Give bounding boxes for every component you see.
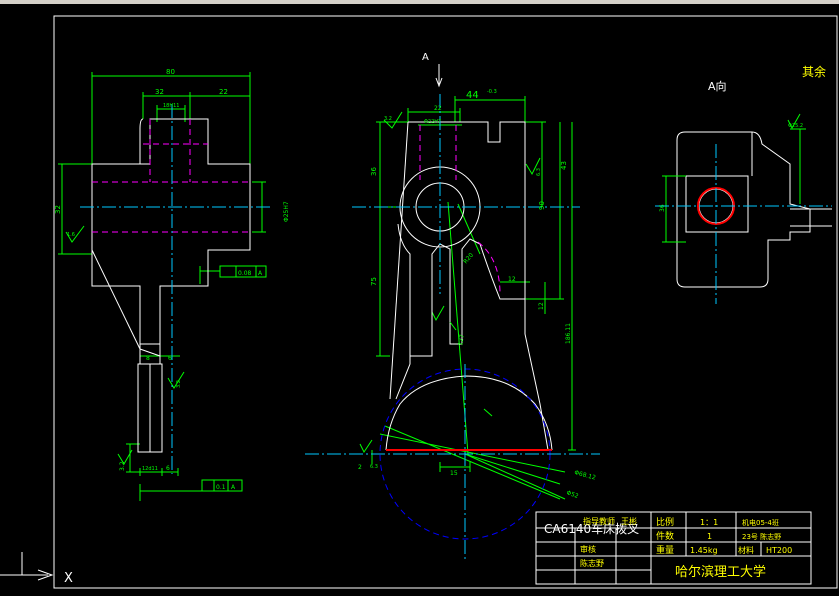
dim-18h11: 18H11 (163, 103, 179, 109)
dim-15: 15 (450, 470, 458, 477)
material-value: HT200 (766, 546, 792, 555)
dim-80: 80 (166, 68, 175, 76)
roughness-6-3-center: 6.3 (536, 168, 542, 176)
dim-44: 44 (466, 90, 479, 101)
roughness-3-2-side: 3.2 (176, 380, 182, 388)
other-surfaces-note: 其余 (802, 64, 826, 79)
count-value: 1 (707, 532, 712, 541)
drawing-canvas[interactable]: 80 32 22 18H11 Φ25H7 32 1.6 0.08 A 8 6 3… (0, 4, 839, 596)
weight-value: 1.45kg (690, 546, 718, 555)
dim-22: 22 (219, 88, 228, 96)
dim-12-vertical: 12 (538, 302, 545, 310)
student-value: 23号 陈志野 (742, 532, 781, 541)
dim-36-right: 36 (659, 204, 666, 212)
dim-12-horizontal: 12 (508, 276, 516, 283)
dim-75: 75 (370, 277, 378, 286)
dim-43: 43 (560, 161, 568, 170)
dim-186-11: 186.11 (565, 323, 572, 344)
roughness-1-6: 1.6 (67, 232, 75, 238)
advisor-name: 王彬 (621, 516, 637, 526)
scale-label: 比例 (656, 516, 674, 528)
scale-value: 1：1 (700, 518, 718, 527)
drafter-name: 陈志野 (580, 558, 604, 568)
dim-6-upper: 6 (168, 355, 172, 362)
dim-phi25-2: Φ25.2 (788, 123, 803, 129)
roughness-3-2-center: 3.2 (384, 116, 392, 122)
dim-phi25h7: Φ25H7 (283, 201, 290, 222)
dim-32-vertical: 32 (54, 205, 62, 214)
view-a-title: A向 (708, 79, 727, 93)
dim-22-center: 22 (434, 105, 442, 112)
class-value: 机电05-4班 (742, 518, 779, 527)
view-arrow-a-label: A (422, 52, 429, 63)
dim-36-center: 36 (370, 167, 378, 176)
dim-12d11: 12d11 (142, 466, 158, 472)
dim-phi22h7: Φ22H7 (424, 119, 441, 125)
dim-32: 32 (155, 88, 164, 96)
ucs-x-label: X (64, 571, 73, 586)
weight-label: 重量 (656, 544, 674, 556)
dim-6-lower: 6 (166, 465, 170, 472)
dim-44-tol: -0.3 (487, 89, 497, 95)
school-name: 哈尔滨理工大学 (675, 564, 766, 580)
tolerance-0-08: 0.08 (238, 270, 252, 277)
dim-90: 90 (538, 201, 546, 210)
dim-2: 2 (358, 464, 362, 471)
roughness-6-3-lower: 6.3 (370, 464, 378, 470)
advisor-label: 指导教师 (583, 516, 615, 526)
review-label: 审核 (580, 544, 596, 554)
count-label: 件数 (656, 530, 674, 542)
material-label: 材料 (738, 545, 754, 555)
roughness-3-2-lower: 3.2 (119, 461, 126, 471)
dim-8: 8 (146, 355, 150, 362)
tolerance-0-1: 0.1 (216, 484, 226, 491)
